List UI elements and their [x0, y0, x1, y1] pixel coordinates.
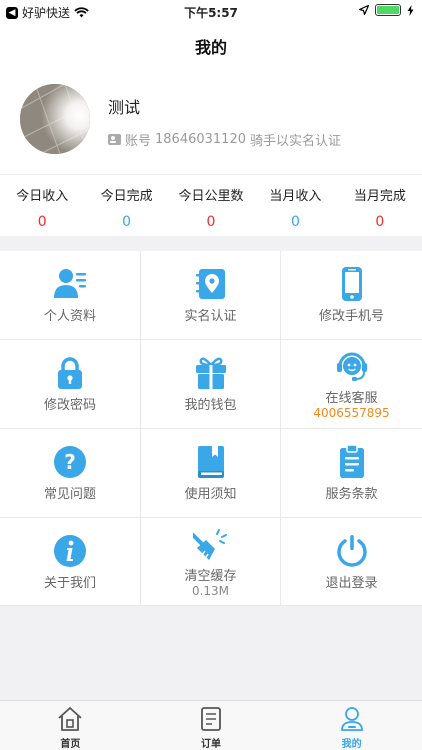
charging-icon [407, 4, 414, 16]
status-right [359, 4, 414, 16]
info-icon [54, 534, 86, 567]
menu-label: 使用须知 [184, 487, 237, 502]
book-icon [197, 446, 224, 478]
menu-change-phone[interactable]: 修改手机号 [281, 251, 422, 340]
nav-bar: 我的 [0, 22, 422, 66]
status-bar: ◀ 好驴快送 下午5:57 [0, 0, 422, 22]
menu-label: 实名认证 [184, 309, 237, 324]
menu-wallet[interactable]: 我的钱包 [141, 340, 281, 429]
menu-label: 修改密码 [43, 398, 96, 413]
avatar[interactable] [20, 84, 90, 154]
stat-label: 今日完成 [100, 189, 153, 204]
profile-header[interactable]: 测试 账号 18646031120 骑手以实名认证 [0, 66, 422, 174]
user-card-icon [54, 269, 86, 298]
lock-icon [58, 357, 82, 389]
menu-about[interactable]: 关于我们 [0, 518, 141, 606]
menu-label: 关于我们 [43, 575, 96, 591]
account-number: 18646031120 [155, 132, 246, 147]
avatar-photo [20, 84, 90, 154]
menu-faq[interactable]: ? 常见问题 [0, 429, 141, 518]
location-book-icon [195, 269, 225, 299]
stat-month-income: 当月收入 0 [253, 175, 337, 236]
tab-label: 首页 [60, 739, 81, 750]
order-icon [201, 707, 221, 731]
account-line: 账号 18646031120 骑手以实名认证 [108, 130, 341, 149]
tab-orders[interactable]: 订单 [141, 701, 282, 750]
battery-level [377, 6, 399, 14]
stat-label: 当月完成 [353, 189, 406, 204]
menu-logout[interactable]: 退出登录 [281, 518, 422, 606]
menu-label: 修改手机号 [318, 309, 384, 324]
menu-profile-info[interactable]: 个人资料 [0, 251, 141, 340]
menu-customer-service[interactable]: 在线客服 4006557895 [281, 340, 422, 429]
user-name: 测试 [108, 98, 141, 117]
power-icon [336, 534, 367, 567]
tab-label: 订单 [201, 739, 221, 750]
stat-label: 今日收入 [16, 189, 69, 204]
page-title: 我的 [194, 38, 227, 57]
stat-label: 当月收入 [269, 189, 322, 204]
stat-today-income: 今日收入 0 [0, 175, 84, 236]
menu-grid: 个人资料 实名认证 修改手机号 修改密码 我的钱包 在线客服 400655789… [0, 251, 422, 606]
stat-value: 0 [375, 214, 385, 230]
account-label: 账号 [125, 134, 152, 149]
question-icon: ? [54, 446, 86, 478]
clipboard-icon [339, 444, 364, 478]
menu-label: 我的钱包 [184, 398, 237, 413]
menu-real-name-auth[interactable]: 实名认证 [141, 251, 281, 340]
menu-label: 在线客服 [325, 391, 378, 406]
service-phone-number[interactable]: 4006557895 [313, 407, 389, 420]
stat-value: 0 [290, 214, 300, 230]
battery-icon [375, 4, 401, 16]
stat-today-km: 今日公里数 0 [169, 175, 253, 236]
id-card-icon [108, 134, 121, 145]
tab-me[interactable]: 我的 [281, 701, 422, 750]
stat-today-completed: 今日完成 0 [84, 175, 168, 236]
menu-label: 清空缓存 [184, 568, 237, 584]
menu-label: 常见问题 [43, 487, 96, 502]
menu-label: 退出登录 [325, 575, 378, 591]
stat-month-completed: 当月完成 0 [338, 175, 422, 236]
cache-size: 0.13M [191, 583, 230, 598]
menu-terms[interactable]: 服务条款 [281, 429, 422, 518]
broom-icon [192, 528, 227, 560]
stat-value: 0 [37, 214, 47, 230]
menu-usage-notice[interactable]: 使用须知 [141, 429, 281, 518]
stats-row: 今日收入 0 今日完成 0 今日公里数 0 当月收入 0 当月完成 0 [0, 174, 422, 236]
menu-label: 服务条款 [325, 487, 378, 502]
tab-home[interactable]: 首页 [0, 701, 141, 750]
stat-value: 0 [122, 214, 132, 230]
location-arrow-icon [359, 5, 369, 15]
me-icon [340, 707, 363, 731]
menu-clear-cache[interactable]: 清空缓存 0.13M [141, 518, 281, 606]
tab-label: 我的 [341, 739, 362, 750]
home-icon [58, 707, 82, 731]
headset-icon [336, 352, 367, 381]
menu-change-password[interactable]: 修改密码 [0, 340, 141, 429]
phone-icon [341, 267, 362, 301]
menu-label: 个人资料 [43, 309, 96, 324]
stat-label: 今日公里数 [178, 189, 244, 204]
tab-bar: 首页 订单 我的 [0, 700, 422, 750]
stat-value: 0 [206, 214, 216, 230]
verification-status: 骑手以实名认证 [250, 134, 342, 149]
gift-icon [195, 357, 226, 389]
svg-text:?: ? [64, 450, 76, 474]
